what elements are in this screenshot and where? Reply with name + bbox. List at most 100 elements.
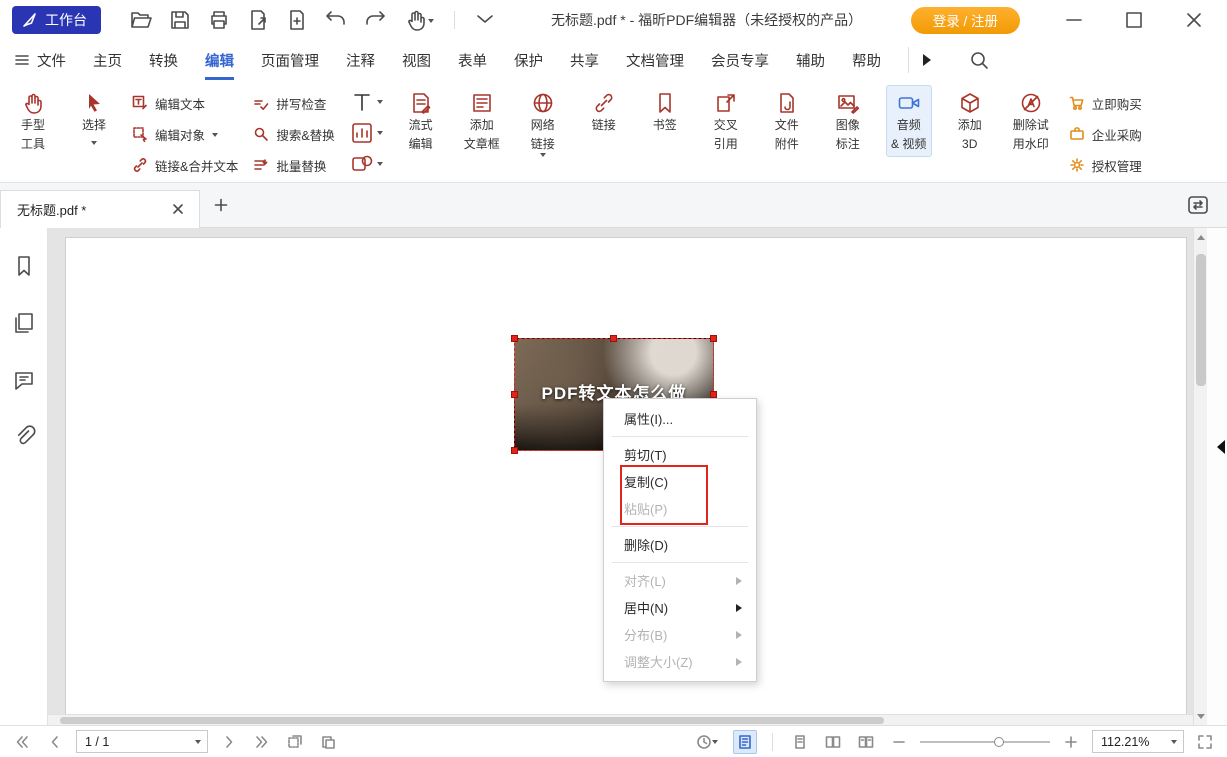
resize-handle-bottom-left[interactable] — [511, 447, 518, 454]
tab-edit[interactable]: 编辑 — [205, 40, 234, 80]
tab-doc-manage[interactable]: 文档管理 — [626, 40, 684, 80]
menu-item-properties[interactable]: 属性(I)... — [604, 405, 756, 432]
tab-comment[interactable]: 注释 — [346, 40, 375, 80]
login-register-button[interactable]: 登录 / 注册 — [911, 7, 1020, 34]
horizontal-scrollbar-thumb[interactable] — [60, 717, 884, 724]
minimize-button[interactable] — [1059, 6, 1089, 34]
snapshot-button[interactable] — [283, 730, 307, 754]
tab-convert[interactable]: 转换 — [149, 40, 178, 80]
audio-video-button[interactable]: 音频 & 视频 — [886, 85, 932, 157]
spell-check-button[interactable]: 拼写检查 — [253, 88, 334, 118]
zoom-slider-thumb[interactable] — [994, 737, 1004, 747]
file-attachment-button[interactable]: 文件 附件 — [764, 85, 810, 157]
comments-panel-button[interactable] — [12, 368, 36, 392]
vertical-scrollbar-thumb[interactable] — [1196, 254, 1206, 386]
file-menu[interactable]: 文件 — [14, 50, 66, 71]
save-button[interactable] — [165, 6, 195, 34]
zoom-out-button[interactable] — [887, 730, 911, 754]
last-page-button[interactable] — [250, 730, 274, 754]
redo-button[interactable] — [360, 6, 390, 34]
reading-mode-button[interactable] — [733, 730, 757, 754]
new-tab-button[interactable] — [210, 194, 232, 216]
bookmark-button[interactable]: 书签 — [642, 85, 688, 139]
document-tab[interactable]: 无标题.pdf * — [0, 190, 200, 228]
edit-object-button[interactable]: 编辑对象 — [132, 119, 238, 149]
menu-item-copy[interactable]: 复制(C) — [604, 468, 756, 495]
add-shape-button[interactable] — [350, 150, 383, 177]
horizontal-scrollbar[interactable] — [48, 714, 1193, 725]
batch-replace-button[interactable]: 批量替换 — [253, 150, 334, 180]
add-chart-button[interactable] — [350, 119, 383, 146]
zoom-in-button[interactable] — [1059, 730, 1083, 754]
bookmarks-panel-button[interactable] — [12, 254, 36, 278]
switch-document-button[interactable] — [1183, 191, 1213, 219]
maximize-button[interactable] — [1119, 6, 1149, 34]
fullscreen-button[interactable] — [1193, 730, 1217, 754]
ribbon-search-button[interactable] — [964, 46, 994, 74]
quick-tools-button[interactable] — [399, 6, 439, 34]
zoom-level-combo[interactable]: 112.21% — [1092, 730, 1184, 753]
license-manage-button[interactable]: 授权管理 — [1069, 150, 1142, 180]
view-history-button[interactable] — [690, 730, 724, 754]
single-page-view-button[interactable] — [788, 730, 812, 754]
link-merge-text-button[interactable]: 链接&合并文本 — [132, 150, 238, 180]
buy-now-button[interactable]: 立即购买 — [1069, 88, 1142, 118]
tab-form[interactable]: 表单 — [458, 40, 487, 80]
remove-trial-watermark-button[interactable]: 删除试 用水印 — [1008, 85, 1054, 157]
pages-panel-button[interactable] — [12, 311, 36, 335]
vertical-scrollbar[interactable] — [1193, 228, 1207, 725]
export-button[interactable] — [243, 6, 273, 34]
search-replace-button[interactable]: 搜索&替换 — [253, 119, 334, 149]
web-link-button[interactable]: 网络 链接 — [520, 85, 566, 165]
collapse-ribbon-button[interactable] — [470, 6, 500, 34]
resize-handle-top-right[interactable] — [710, 335, 717, 342]
enterprise-purchase-button[interactable]: 企业采购 — [1069, 119, 1142, 149]
tab-help[interactable]: 帮助 — [852, 40, 881, 80]
tab-member[interactable]: 会员专享 — [711, 40, 769, 80]
resize-handle-middle-left[interactable] — [511, 391, 518, 398]
zoom-slider[interactable] — [920, 730, 1050, 754]
open-file-button[interactable] — [126, 6, 156, 34]
image-annotation-button[interactable]: 图像 标注 — [825, 85, 871, 157]
hand-tool-button[interactable]: 手型 工具 — [10, 85, 56, 157]
tab-page-manage[interactable]: 页面管理 — [261, 40, 319, 80]
tab-share[interactable]: 共享 — [570, 40, 599, 80]
book-view-button[interactable] — [854, 730, 878, 754]
tab-close-button[interactable] — [167, 198, 189, 220]
edit-text-button[interactable]: 编辑文本 — [132, 88, 238, 118]
clipboard-button[interactable] — [316, 730, 340, 754]
resize-handle-middle-right[interactable] — [710, 391, 717, 398]
close-button[interactable] — [1179, 6, 1209, 34]
previous-page-button[interactable] — [43, 730, 67, 754]
print-button[interactable] — [204, 6, 234, 34]
submenu-arrow-icon — [736, 658, 746, 666]
tab-accessibility[interactable]: 辅助 — [796, 40, 825, 80]
page-number-combo[interactable]: 1 / 1 — [76, 730, 208, 753]
new-document-button[interactable] — [282, 6, 312, 34]
cross-reference-button[interactable]: 交叉 引用 — [703, 85, 749, 157]
workspace-button[interactable]: 工作台 — [12, 6, 101, 34]
scroll-up-button[interactable] — [1194, 228, 1208, 242]
flow-edit-button[interactable]: 流式 编辑 — [398, 85, 444, 157]
add-text-button[interactable] — [350, 88, 383, 115]
right-panel-expand-handle[interactable] — [1210, 440, 1225, 454]
undo-button[interactable] — [321, 6, 351, 34]
link-button[interactable]: 链接 — [581, 85, 627, 139]
menu-overflow[interactable] — [902, 47, 937, 73]
menu-item-cut[interactable]: 剪切(T) — [604, 441, 756, 468]
tab-view[interactable]: 视图 — [402, 40, 431, 80]
tab-protect[interactable]: 保护 — [514, 40, 543, 80]
add-article-box-button[interactable]: 添加 文章框 — [459, 85, 505, 157]
resize-handle-top-left[interactable] — [511, 335, 518, 342]
select-tool-button[interactable]: 选择 — [71, 85, 117, 153]
attachments-panel-button[interactable] — [12, 425, 36, 449]
menu-item-delete[interactable]: 删除(D) — [604, 531, 756, 558]
add-3d-button[interactable]: 添加 3D — [947, 85, 993, 157]
menu-item-center[interactable]: 居中(N) — [604, 594, 756, 621]
next-page-button[interactable] — [217, 730, 241, 754]
scroll-down-button[interactable] — [1194, 711, 1208, 725]
resize-handle-top-middle[interactable] — [610, 335, 617, 342]
first-page-button[interactable] — [10, 730, 34, 754]
tab-home[interactable]: 主页 — [93, 40, 122, 80]
facing-pages-view-button[interactable] — [821, 730, 845, 754]
